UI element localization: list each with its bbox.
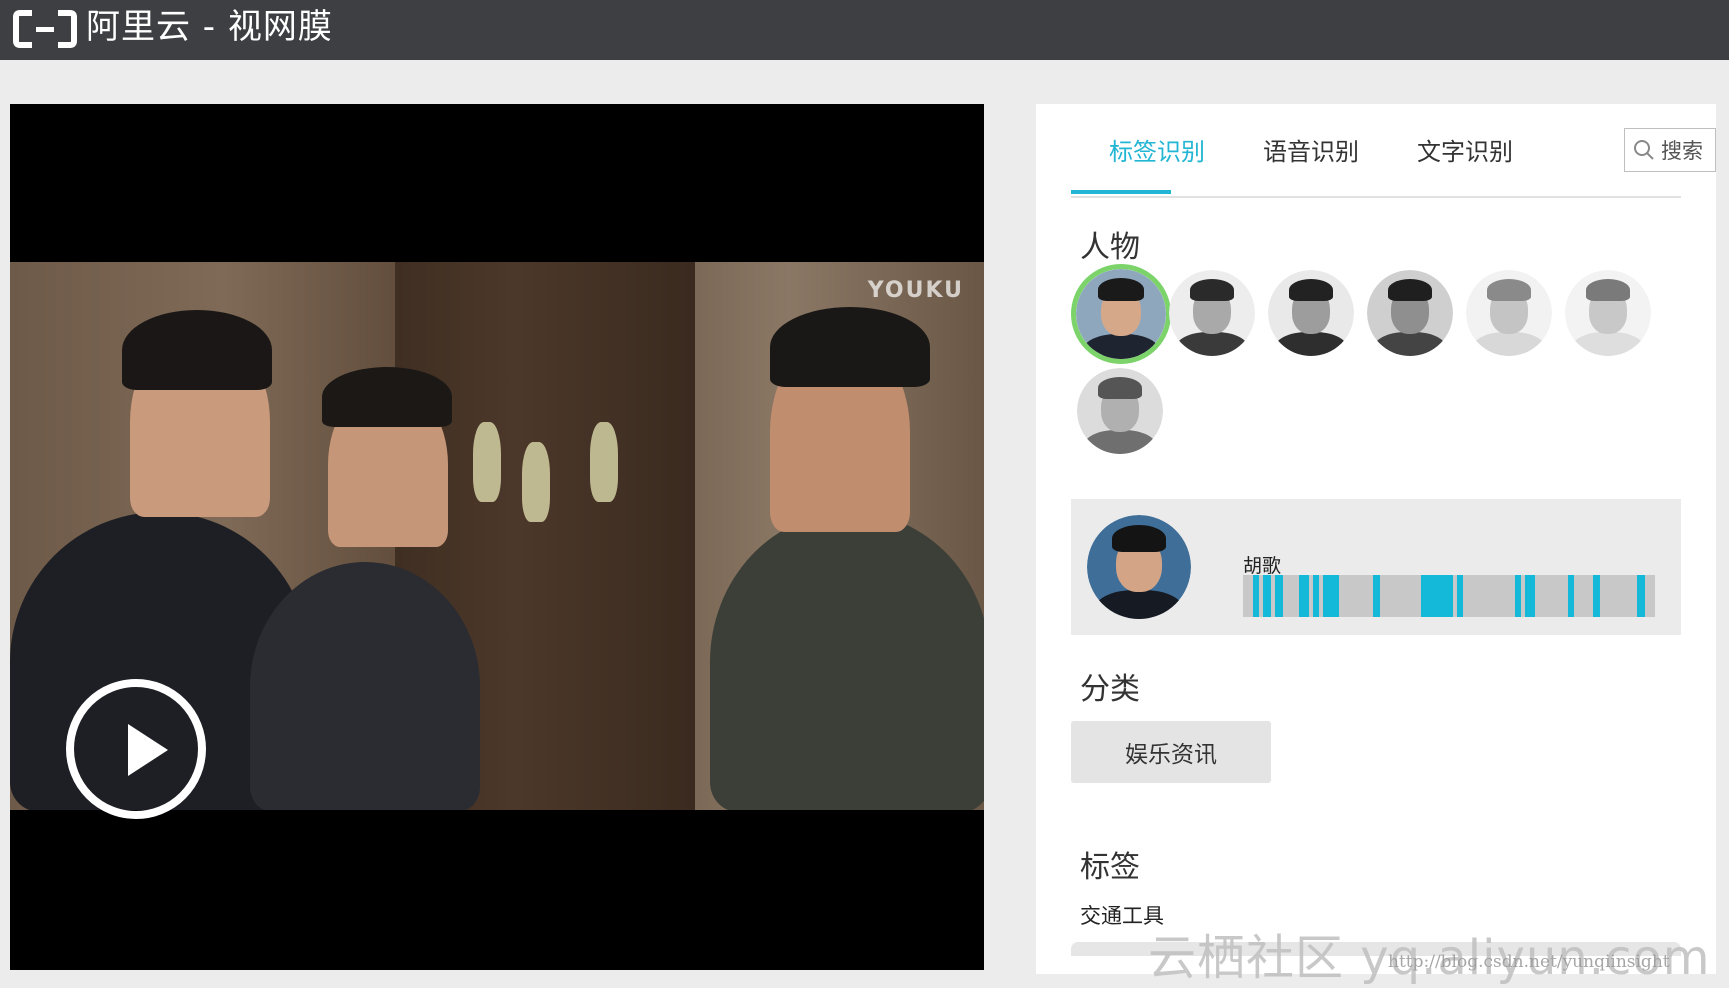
timeline-segment[interactable] <box>1323 575 1339 617</box>
timeline-segment[interactable] <box>1275 575 1283 617</box>
active-tab-indicator <box>1071 190 1171 194</box>
person-avatar[interactable] <box>1466 270 1552 356</box>
search-icon <box>1634 140 1654 160</box>
video-watermark: YOUKU <box>867 278 964 303</box>
play-icon <box>128 724 168 776</box>
person-avatar-selected[interactable] <box>1071 264 1171 364</box>
avatar-hair <box>1288 278 1334 301</box>
avatar-hair <box>1111 525 1167 553</box>
champagne-glass <box>590 422 618 502</box>
top-bar: 阿里云 - 视网膜 <box>0 0 1729 60</box>
appearance-timeline[interactable] <box>1243 575 1655 617</box>
avatar-hair <box>1387 278 1433 301</box>
search-button[interactable]: 搜索 <box>1624 128 1716 172</box>
timeline-segment[interactable] <box>1373 575 1380 617</box>
avatar-body <box>1274 331 1348 356</box>
category-section-title: 分类 <box>1080 672 1140 707</box>
app-title: 阿里云 - 视网膜 <box>86 7 333 47</box>
timeline-segment[interactable] <box>1421 575 1453 617</box>
timeline-segment[interactable] <box>1515 575 1521 617</box>
timeline-segment[interactable] <box>1525 575 1535 617</box>
tab-label-recognition[interactable]: 标签识别 <box>1109 132 1205 167</box>
avatar-body <box>1472 331 1546 356</box>
person-name: 胡歌 <box>1243 555 1282 577</box>
people-section-title: 人物 <box>1080 230 1140 265</box>
avatar-body <box>1373 331 1447 356</box>
tab-bar: 标签识别 语音识别 文字识别 搜索 <box>1071 104 1716 198</box>
champagne-glass <box>522 442 550 522</box>
timeline-segment[interactable] <box>1263 575 1271 617</box>
person-right-body <box>710 512 984 810</box>
timeline-segment[interactable] <box>1568 575 1574 617</box>
avatar-hair <box>1189 278 1235 301</box>
avatar-hair <box>1585 278 1631 301</box>
avatar-hair <box>1097 278 1145 302</box>
tab-speech-recognition[interactable]: 语音识别 <box>1263 132 1359 167</box>
category-chip[interactable]: 娱乐资讯 <box>1071 721 1271 783</box>
blog-url-watermark: http://blog.csdn.net/yunqiinsight <box>1388 952 1670 972</box>
avatar-body <box>1175 331 1249 356</box>
person-avatar[interactable] <box>1367 270 1453 356</box>
avatar-body <box>1571 331 1645 356</box>
timeline-segment[interactable] <box>1457 575 1463 617</box>
play-button[interactable] <box>66 679 206 819</box>
avatar-body <box>1095 589 1183 619</box>
avatar-hair <box>1097 376 1143 399</box>
detail-avatar <box>1087 515 1191 619</box>
avatar-hair <box>1486 278 1532 301</box>
avatar-body <box>1083 429 1157 454</box>
aliyun-logo-icon <box>13 10 77 48</box>
timeline-segment[interactable] <box>1593 575 1600 617</box>
person-avatar[interactable] <box>1565 270 1651 356</box>
timeline-segment[interactable] <box>1253 575 1259 617</box>
person-avatar[interactable] <box>1169 270 1255 356</box>
timeline-segment[interactable] <box>1299 575 1309 617</box>
timeline-segment[interactable] <box>1637 575 1645 617</box>
person-middle-body <box>250 562 480 810</box>
person-left-hair <box>122 310 272 390</box>
timeline-segment[interactable] <box>1313 575 1319 617</box>
person-avatar[interactable] <box>1268 270 1354 356</box>
avatar-body <box>1083 333 1159 359</box>
person-right-hair <box>770 307 930 387</box>
person-avatar[interactable] <box>1077 368 1163 454</box>
search-label: 搜索 <box>1661 139 1703 163</box>
person-middle-hair <box>322 367 452 427</box>
tags-section-title: 标签 <box>1080 850 1140 885</box>
champagne-glass <box>473 422 501 502</box>
tab-text-recognition[interactable]: 文字识别 <box>1417 132 1513 167</box>
video-player[interactable]: YOUKU <box>10 104 984 970</box>
analysis-panel: 标签识别 语音识别 文字识别 搜索 人物 胡歌 分类 娱乐资讯 标签 交通工具 <box>1036 104 1716 974</box>
person-detail-card: 胡歌 <box>1071 499 1681 635</box>
